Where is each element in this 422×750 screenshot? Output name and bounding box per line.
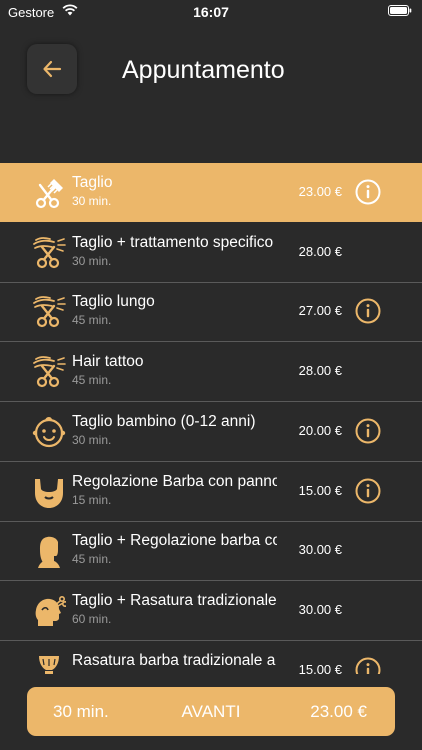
service-name: Regolazione Barba con panno: [72, 472, 277, 490]
info-icon[interactable]: [355, 179, 381, 205]
service-name: Taglio + Regolazione barba con: [72, 532, 277, 550]
service-duration: 30 min.: [72, 253, 112, 268]
service-name: Taglio: [72, 174, 113, 191]
service-row[interactable]: Taglio bambino (0-12 anni) 30 min. 20.00…: [0, 402, 422, 462]
service-name: Taglio bambino (0-12 anni): [72, 412, 256, 430]
service-price: 23.00 €: [298, 184, 342, 199]
head-scissors-icon: [35, 595, 66, 626]
service-row[interactable]: Taglio 30 min. 23.00 €: [0, 163, 422, 222]
battery-icon: [388, 5, 412, 16]
scissors-hair-icon: [33, 356, 66, 388]
service-price: 30.00 €: [298, 542, 342, 558]
service-row[interactable]: Hair tattoo 45 min. 28.00 €: [0, 342, 422, 403]
service-row[interactable]: Rasatura barba tradizionale a 30 min. 15…: [0, 641, 422, 674]
service-row[interactable]: Taglio + Rasatura tradizionale 60 min. 3…: [0, 581, 422, 641]
info-icon[interactable]: [355, 298, 381, 324]
scissors-hair-icon: [33, 236, 66, 268]
scissors-comb-icon: [35, 179, 63, 209]
baby-face-icon: [32, 416, 66, 447]
service-price: 28.00 €: [298, 363, 342, 379]
service-row[interactable]: Taglio + trattamento specifico 30 min. 2…: [0, 223, 422, 283]
info-icon[interactable]: [355, 418, 381, 444]
page-title: Appuntamento: [122, 56, 285, 84]
shaving-brush-icon: [39, 655, 59, 674]
service-price: 27.00 €: [298, 303, 342, 319]
clock: 16:07: [193, 4, 229, 20]
service-duration: 15 min.: [72, 492, 112, 507]
service-duration: 45 min.: [72, 373, 112, 388]
service-duration: 60 min.: [72, 611, 112, 626]
bearded-man-icon: [38, 536, 60, 569]
service-duration: 30 min.: [72, 672, 111, 674]
arrow-left-icon: [43, 60, 62, 78]
service-price: 20.00 €: [298, 422, 342, 438]
service-name: Taglio + trattamento specifico: [72, 233, 274, 251]
back-button[interactable]: [27, 44, 77, 94]
service-price: 28.00 €: [298, 243, 342, 259]
service-name: Rasatura barba tradizionale a: [72, 651, 276, 669]
service-price: 15.00 €: [298, 661, 342, 674]
service-price: 30.00 €: [298, 601, 342, 617]
scissors-hair-icon: [33, 296, 66, 328]
service-duration: 30 min.: [72, 194, 112, 208]
status-bar: Gestore 16:07: [0, 0, 422, 24]
info-icon[interactable]: [355, 657, 381, 674]
service-duration: 30 min.: [72, 432, 112, 447]
service-price: 15.00 €: [298, 482, 342, 498]
service-duration: 45 min.: [72, 552, 112, 567]
service-list[interactable]: Taglio 30 min. 23.00 € Taglio + trattame…: [0, 163, 422, 674]
beard-icon: [35, 478, 63, 508]
service-name: Taglio + Rasatura tradizionale: [72, 591, 277, 609]
service-row[interactable]: Taglio lungo 45 min. 27.00 €: [0, 282, 422, 343]
service-duration: 45 min.: [72, 313, 112, 328]
service-row[interactable]: Taglio + Regolazione barba con 45 min. 3…: [0, 521, 422, 582]
service-row[interactable]: Regolazione Barba con panno 15 min. 15.0…: [0, 462, 422, 522]
service-name: Hair tattoo: [72, 353, 144, 371]
service-name: Taglio lungo: [72, 293, 155, 311]
info-icon[interactable]: [355, 478, 381, 504]
next-button[interactable]: 30 min. AVANTI 23.00 €: [27, 687, 395, 736]
total-price: 23.00 €: [310, 702, 367, 721]
